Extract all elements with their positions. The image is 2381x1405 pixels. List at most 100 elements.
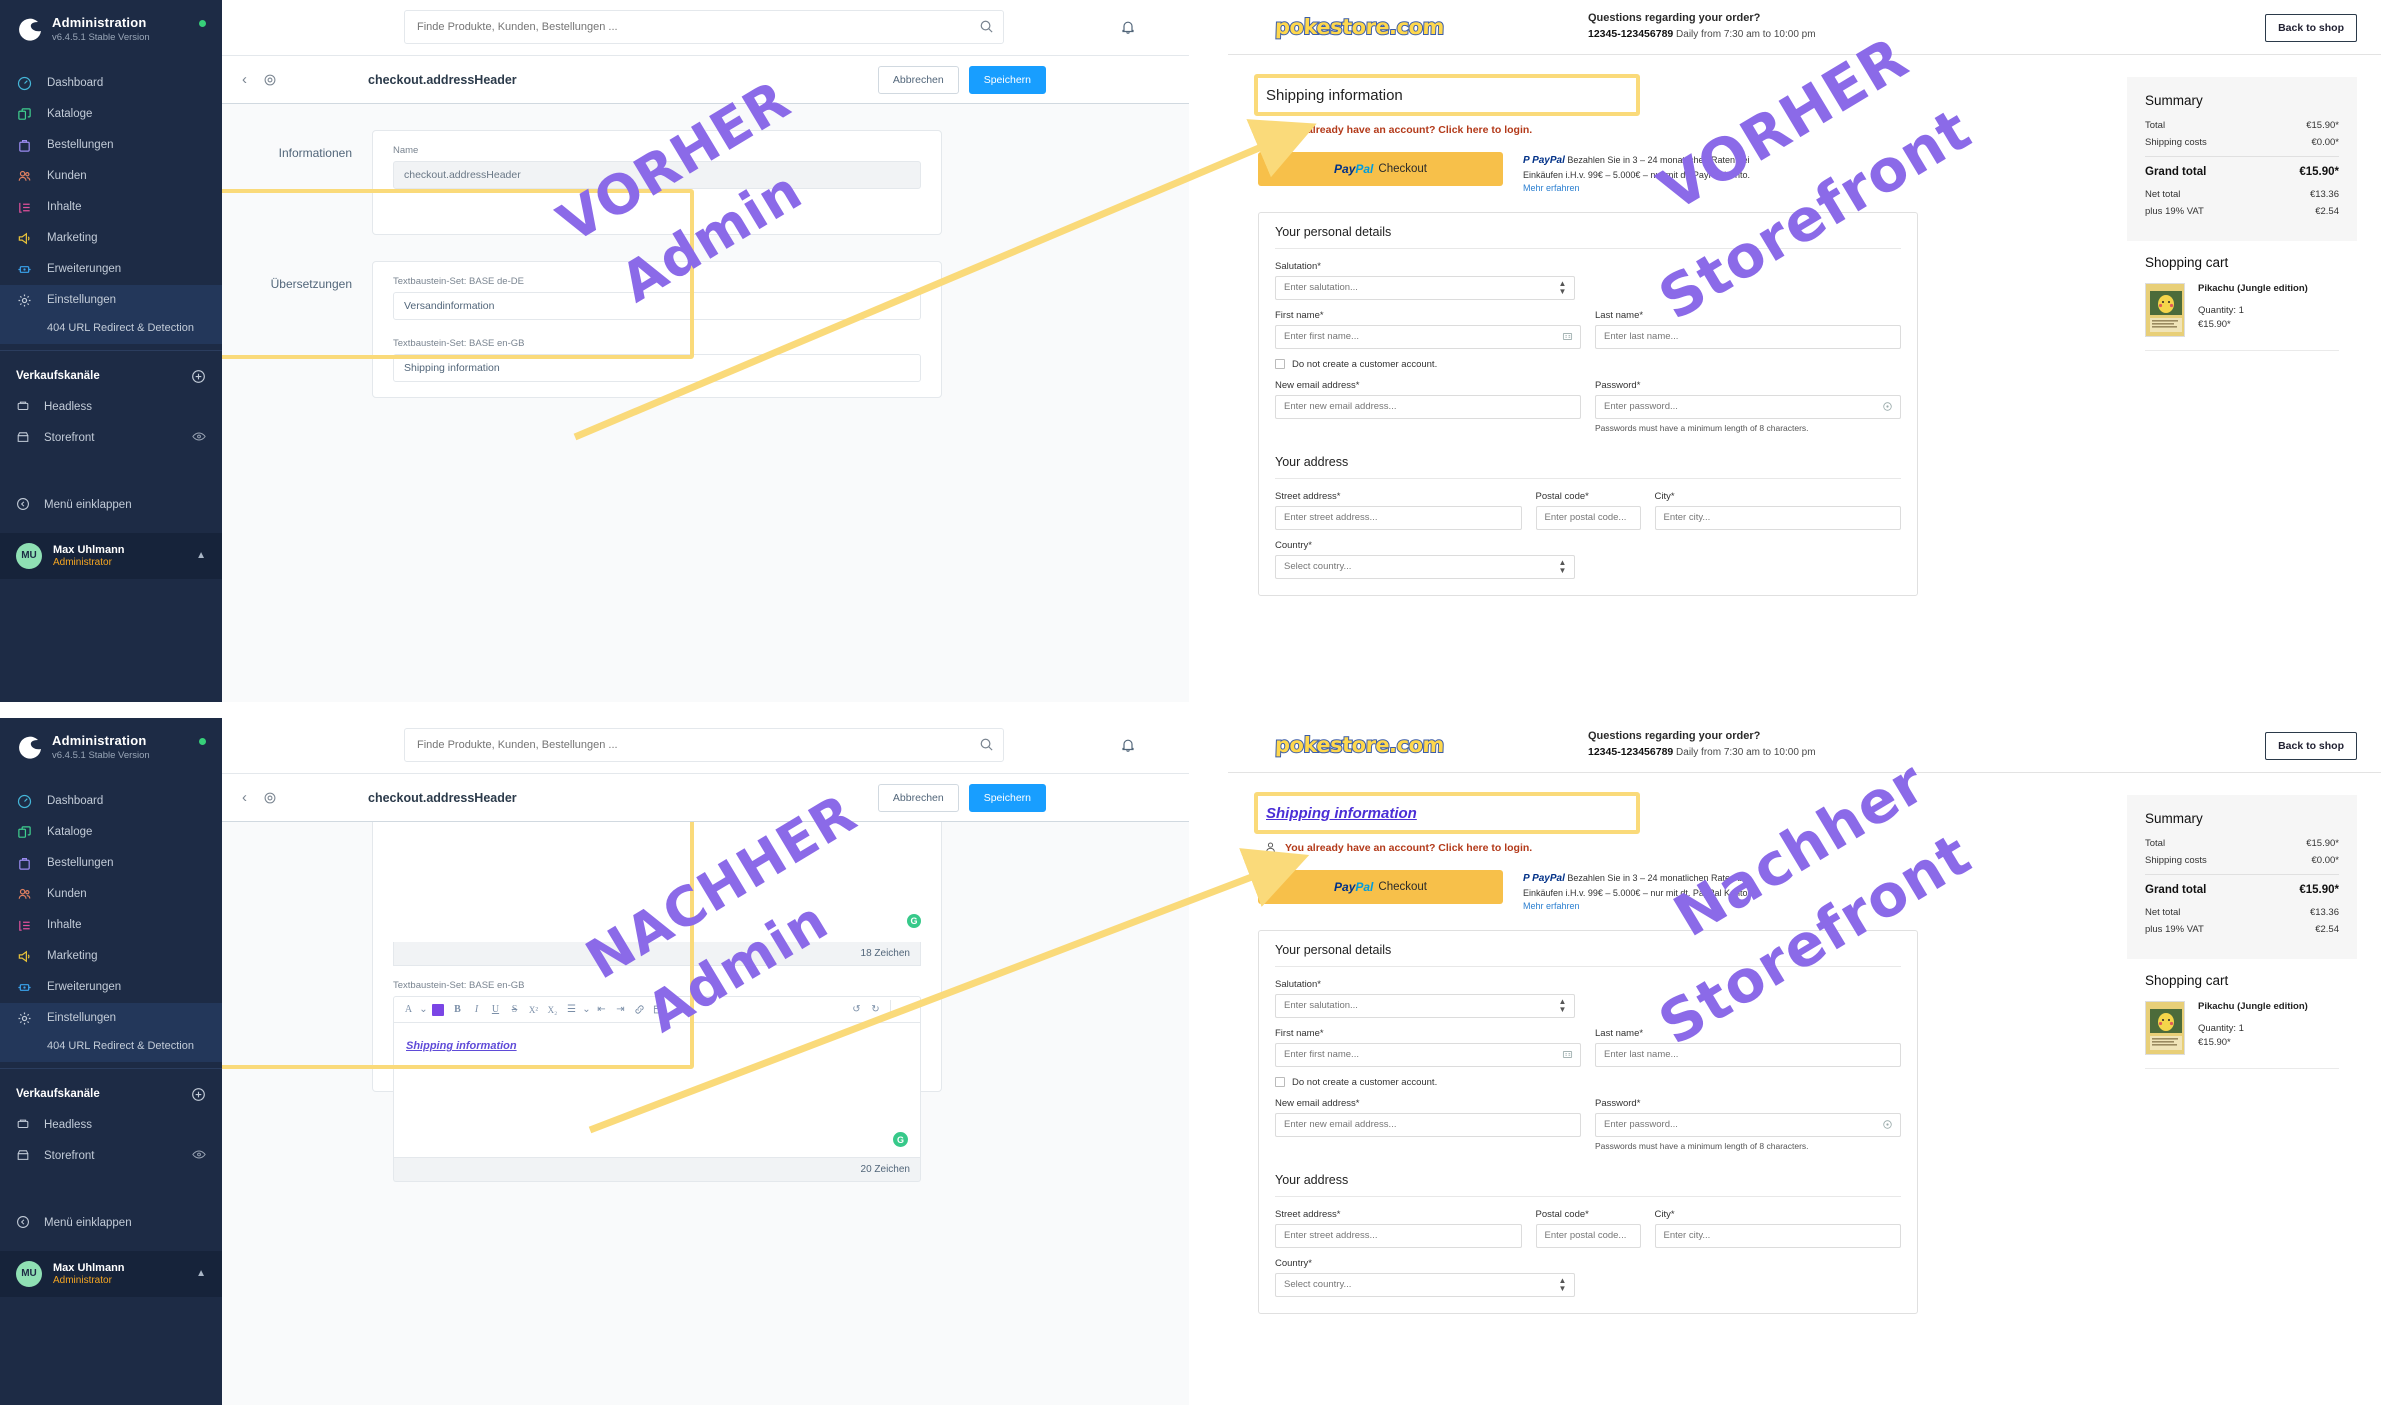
- product-thumbnail[interactable]: [2145, 1001, 2185, 1055]
- no-account-checkbox-row[interactable]: Do not create a customer account.: [1275, 1077, 1901, 1088]
- password-input[interactable]: Enter password...: [1595, 1112, 1901, 1137]
- cancel-button[interactable]: Abbrechen: [877, 783, 959, 812]
- sidebar-item-bestellungen[interactable]: Bestellungen: [0, 848, 222, 879]
- notifications-bell-icon[interactable]: [1120, 19, 1136, 35]
- product-thumbnail[interactable]: [2145, 283, 2185, 337]
- chevron-down-icon[interactable]: ⌄: [419, 1000, 428, 1020]
- password-input[interactable]: Enter password...: [1595, 394, 1901, 419]
- user-menu[interactable]: MU Max Uhlmann Administrator ▲: [0, 1250, 222, 1297]
- search-icon[interactable]: [979, 737, 994, 752]
- login-hint[interactable]: You already have an account? Click here …: [1264, 123, 1918, 136]
- paypal-more-link[interactable]: Mehr erfahren: [1523, 183, 1580, 193]
- back-to-shop-button[interactable]: Back to shop: [2265, 732, 2357, 760]
- user-menu[interactable]: MU Max Uhlmann Administrator ▲: [0, 532, 222, 579]
- notifications-bell-icon[interactable]: [1120, 737, 1136, 753]
- italic-icon[interactable]: I: [468, 1000, 485, 1020]
- store-logo[interactable]: pokestore.com: [1274, 732, 1446, 758]
- sidebar-item-inhalte[interactable]: Inhalte: [0, 910, 222, 941]
- sidebar-item-einstellungen[interactable]: Einstellungen: [0, 1002, 222, 1034]
- chevron-down-align-icon[interactable]: ⌄: [582, 1000, 591, 1020]
- street-input[interactable]: Enter street address...: [1275, 505, 1522, 530]
- postal-input[interactable]: Enter postal code...: [1535, 1223, 1641, 1248]
- save-button[interactable]: Speichern: [968, 65, 1046, 94]
- sidebar-item-dashboard[interactable]: Dashboard: [0, 786, 222, 817]
- search-input[interactable]: [404, 10, 1004, 44]
- cancel-button[interactable]: Abbrechen: [877, 65, 959, 94]
- paypal-checkout-button[interactable]: PayPal Checkout: [1258, 870, 1503, 904]
- subscript-icon[interactable]: X₂: [544, 1000, 561, 1020]
- sidebar-item-marketing[interactable]: Marketing: [0, 223, 222, 254]
- sidebar-item-kataloge[interactable]: Kataloge: [0, 817, 222, 848]
- show-password-icon[interactable]: [1882, 401, 1893, 412]
- sidebar-subitem-404-redirect[interactable]: 404 URL Redirect & Detection: [0, 315, 222, 344]
- contact-card-icon[interactable]: [1562, 1049, 1573, 1060]
- sidebar-item-einstellungen[interactable]: Einstellungen: [0, 284, 222, 316]
- add-sales-channel-icon[interactable]: [191, 369, 206, 384]
- contact-card-icon[interactable]: [1562, 331, 1573, 342]
- country-select[interactable]: Select country... ▲ ▼: [1275, 1272, 1576, 1297]
- first-name-input[interactable]: Enter first name...: [1275, 324, 1581, 349]
- de-translation-input[interactable]: Versandinformation: [393, 292, 921, 320]
- search-input[interactable]: [404, 728, 1004, 762]
- superscript-icon[interactable]: X²: [525, 1000, 542, 1020]
- back-chevron-icon[interactable]: ‹: [242, 790, 247, 805]
- collapse-menu-button[interactable]: Menü einklappen: [0, 1206, 222, 1241]
- strikethrough-icon[interactable]: S: [506, 1000, 523, 1020]
- sidebar-item-marketing[interactable]: Marketing: [0, 941, 222, 972]
- sidebar-item-bestellungen[interactable]: Bestellungen: [0, 130, 222, 161]
- add-sales-channel-icon[interactable]: [191, 1087, 206, 1102]
- table-icon[interactable]: [650, 1000, 667, 1020]
- paypal-checkout-button[interactable]: PayPal Checkout: [1258, 152, 1503, 186]
- street-input[interactable]: Enter street address...: [1275, 1223, 1522, 1248]
- postal-input[interactable]: Enter postal code...: [1535, 505, 1641, 530]
- first-name-input[interactable]: Enter first name...: [1275, 1042, 1581, 1067]
- sidebar-subitem-404-redirect[interactable]: 404 URL Redirect & Detection: [0, 1033, 222, 1062]
- sidebar-item-kataloge[interactable]: Kataloge: [0, 99, 222, 130]
- rte-editable-area[interactable]: Shipping information G: [394, 1023, 920, 1157]
- sidebar-item-kunden[interactable]: Kunden: [0, 161, 222, 192]
- last-name-input[interactable]: Enter last name...: [1595, 324, 1901, 349]
- sidebar-channel-headless[interactable]: Headless: [0, 1110, 222, 1141]
- sidebar-item-dashboard[interactable]: Dashboard: [0, 68, 222, 99]
- en-translation-input[interactable]: Shipping information: [393, 354, 921, 382]
- sidebar-item-inhalte[interactable]: Inhalte: [0, 192, 222, 223]
- undo-icon[interactable]: ↺: [848, 1000, 865, 1020]
- sidebar-channel-headless[interactable]: Headless: [0, 392, 222, 423]
- source-code-icon[interactable]: <>: [895, 1000, 912, 1020]
- color-swatch-icon[interactable]: [432, 1003, 444, 1016]
- sidebar-item-erweiterungen[interactable]: Erweiterungen: [0, 254, 222, 285]
- salutation-select[interactable]: Enter salutation... ▲ ▼: [1275, 993, 1576, 1018]
- sidebar-item-erweiterungen[interactable]: Erweiterungen: [0, 972, 222, 1003]
- eye-icon[interactable]: [192, 431, 206, 445]
- checkbox-icon[interactable]: [1275, 359, 1285, 370]
- save-button[interactable]: Speichern: [968, 783, 1046, 812]
- email-input[interactable]: Enter new email address...: [1275, 1112, 1581, 1137]
- underline-icon[interactable]: U: [487, 1000, 504, 1020]
- back-to-shop-button[interactable]: Back to shop: [2265, 14, 2357, 42]
- no-account-checkbox-row[interactable]: Do not create a customer account.: [1275, 359, 1901, 370]
- align-icon[interactable]: ☰: [563, 1000, 580, 1020]
- link-icon[interactable]: [631, 1000, 648, 1020]
- email-input[interactable]: Enter new email address...: [1275, 394, 1581, 419]
- bold-icon[interactable]: B: [449, 1000, 466, 1020]
- eye-icon[interactable]: [192, 1149, 206, 1163]
- city-input[interactable]: Enter city...: [1654, 505, 1901, 530]
- sidebar-channel-storefront[interactable]: Storefront: [0, 423, 222, 454]
- paypal-more-link[interactable]: Mehr erfahren: [1523, 901, 1580, 911]
- gear-icon[interactable]: [263, 73, 277, 87]
- redo-icon[interactable]: ↻: [867, 1000, 884, 1020]
- store-logo[interactable]: pokestore.com: [1274, 14, 1446, 40]
- indent-icon[interactable]: ⇥: [612, 1000, 629, 1020]
- outdent-icon[interactable]: ⇤: [593, 1000, 610, 1020]
- login-hint[interactable]: You already have an account? Click here …: [1264, 841, 1918, 854]
- sidebar-item-kunden[interactable]: Kunden: [0, 879, 222, 910]
- en-rich-text-editor[interactable]: A ⌄ B I U S X² X₂ ☰ ⌄ ⇤ ⇥ ↺ ↻ <> Shippin…: [393, 996, 921, 1158]
- sidebar-channel-storefront[interactable]: Storefront: [0, 1141, 222, 1172]
- collapse-menu-button[interactable]: Menü einklappen: [0, 488, 222, 523]
- gear-icon[interactable]: [263, 791, 277, 805]
- salutation-select[interactable]: Enter salutation... ▲ ▼: [1275, 275, 1576, 300]
- country-select[interactable]: Select country... ▲ ▼: [1275, 554, 1576, 579]
- search-icon[interactable]: [979, 19, 994, 34]
- show-password-icon[interactable]: [1882, 1119, 1893, 1130]
- last-name-input[interactable]: Enter last name...: [1595, 1042, 1901, 1067]
